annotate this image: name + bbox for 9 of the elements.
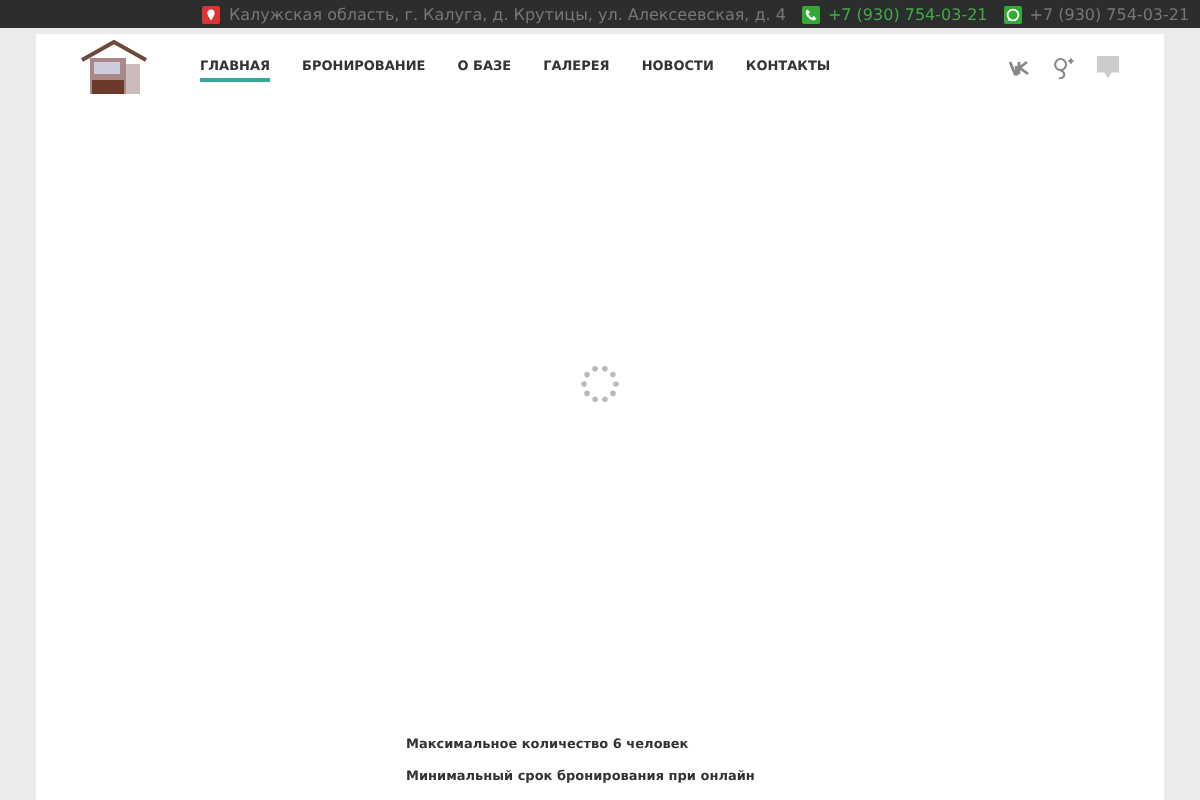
chat-bubble-icon: [1003, 5, 1022, 23]
phone-icon: [801, 5, 820, 23]
address-text: Калужская область, г. Калуга, д. Крутицы, ул. Алексеевская, д. 4: [228, 5, 786, 23]
phone-number[interactable]: +7 (930) 754-03-21: [827, 5, 988, 23]
map-pin-icon: [202, 5, 221, 23]
vk-icon[interactable]: [1008, 55, 1032, 79]
google-plus-icon[interactable]: [1052, 55, 1076, 79]
house-logo-icon[interactable]: [80, 39, 148, 95]
loading-spinner-icon: [580, 364, 620, 404]
